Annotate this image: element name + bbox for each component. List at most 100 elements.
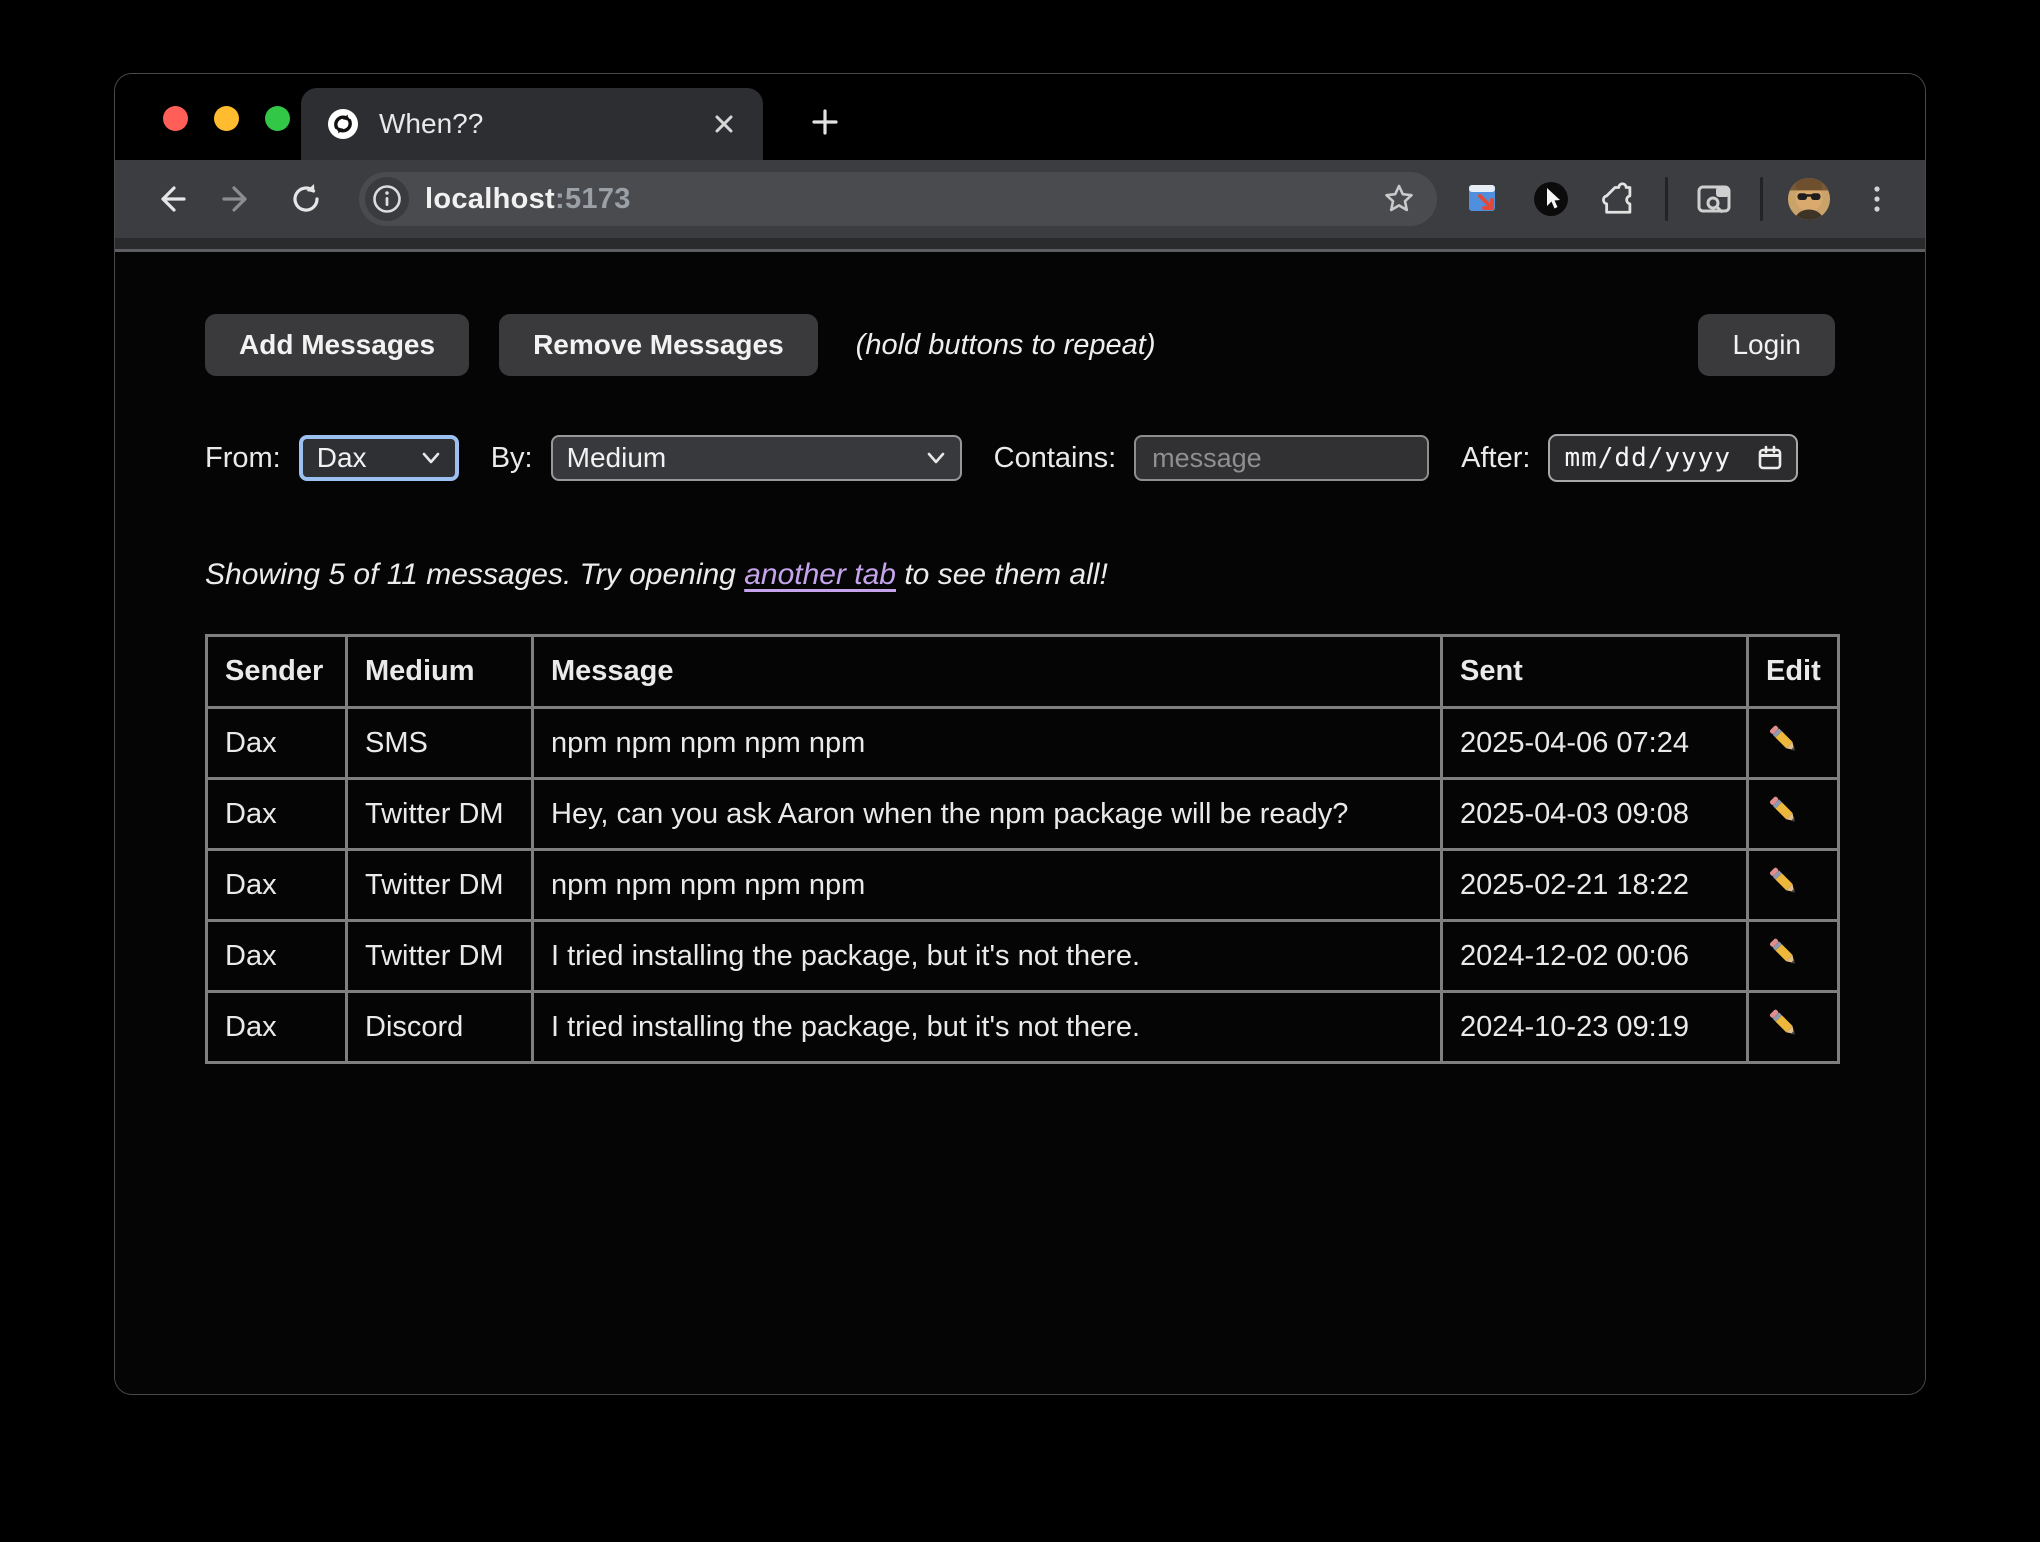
browser-menu-button[interactable] bbox=[1855, 177, 1899, 221]
from-select[interactable]: Dax bbox=[299, 435, 459, 481]
extensions-menu-button[interactable] bbox=[1597, 177, 1641, 221]
close-tab-icon[interactable] bbox=[711, 111, 737, 137]
reload-button[interactable] bbox=[277, 170, 335, 228]
cell-sent: 2024-12-02 00:06 bbox=[1442, 921, 1748, 992]
filters-row: From: Dax By: Medium bbox=[205, 434, 1835, 482]
pencil-icon bbox=[1766, 721, 1802, 765]
toolbar-right-icons bbox=[1461, 177, 1899, 221]
edit-message-button[interactable] bbox=[1748, 708, 1839, 779]
chevron-down-icon bbox=[926, 451, 946, 465]
header-edit: Edit bbox=[1748, 636, 1839, 708]
sync-icon bbox=[327, 108, 359, 140]
table-row: Dax Discord I tried installing the packa… bbox=[207, 992, 1839, 1063]
new-tab-button[interactable] bbox=[805, 102, 845, 142]
close-window-button[interactable] bbox=[163, 106, 188, 131]
minimize-window-button[interactable] bbox=[214, 106, 239, 131]
by-select[interactable]: Medium bbox=[551, 435, 962, 481]
cell-sent: 2024-10-23 09:19 bbox=[1442, 992, 1748, 1063]
cell-sender: Dax bbox=[207, 779, 347, 850]
table-row: Dax Twitter DM npm npm npm npm npm 2025-… bbox=[207, 850, 1839, 921]
status-prefix: Showing 5 of 11 messages. Try opening bbox=[205, 558, 744, 591]
status-suffix: to see them all! bbox=[896, 558, 1108, 591]
contains-filter-group: Contains: bbox=[994, 435, 1430, 481]
browser-window: When?? bbox=[114, 73, 1926, 1395]
site-info-button[interactable] bbox=[365, 177, 409, 221]
address-bar[interactable]: localhost:5173 bbox=[359, 172, 1437, 226]
forward-arrow-icon bbox=[220, 181, 256, 217]
pencil-icon bbox=[1766, 863, 1802, 907]
avatar bbox=[1787, 176, 1831, 222]
back-arrow-icon bbox=[152, 181, 188, 217]
back-button[interactable] bbox=[141, 170, 199, 228]
forward-button[interactable] bbox=[209, 170, 267, 228]
cell-sender: Dax bbox=[207, 921, 347, 992]
traffic-lights bbox=[163, 106, 290, 131]
cell-message: npm npm npm npm npm bbox=[533, 850, 1442, 921]
cell-message: Hey, can you ask Aaron when the npm pack… bbox=[533, 779, 1442, 850]
cell-message: I tried installing the package, but it's… bbox=[533, 921, 1442, 992]
cursor-extension-button[interactable] bbox=[1529, 177, 1573, 221]
actions-row: Add Messages Remove Messages (hold butto… bbox=[205, 314, 1835, 376]
zoom-window-button[interactable] bbox=[265, 106, 290, 131]
table-row: Dax Twitter DM I tried installing the pa… bbox=[207, 921, 1839, 992]
tab-strip: When?? bbox=[115, 74, 1925, 160]
cell-sent: 2025-04-03 09:08 bbox=[1442, 779, 1748, 850]
puzzle-extensions-icon bbox=[1600, 180, 1638, 218]
hold-buttons-hint: (hold buttons to repeat) bbox=[856, 329, 1156, 362]
status-line: Showing 5 of 11 messages. Try opening an… bbox=[205, 558, 1835, 592]
edit-message-button[interactable] bbox=[1748, 992, 1839, 1063]
cell-sent: 2025-02-21 18:22 bbox=[1442, 850, 1748, 921]
url-host: localhost bbox=[425, 183, 555, 215]
cell-medium: Twitter DM bbox=[347, 779, 533, 850]
another-tab-link[interactable]: another tab bbox=[744, 558, 896, 591]
plus-icon bbox=[809, 106, 841, 138]
cell-sender: Dax bbox=[207, 850, 347, 921]
by-select-value: Medium bbox=[567, 442, 916, 474]
toolbar-bottom-edge bbox=[115, 238, 1925, 252]
kebab-menu-icon bbox=[1860, 182, 1894, 216]
pencil-icon bbox=[1766, 792, 1802, 836]
browser-tab[interactable]: When?? bbox=[301, 88, 763, 160]
contains-label: Contains: bbox=[994, 442, 1117, 475]
from-select-value: Dax bbox=[317, 442, 411, 474]
messages-tbody: Dax SMS npm npm npm npm npm 2025-04-06 0… bbox=[207, 708, 1839, 1063]
chevron-down-icon bbox=[421, 451, 441, 465]
url-port: :5173 bbox=[555, 183, 631, 215]
pencil-icon bbox=[1766, 1005, 1802, 1049]
after-date-input[interactable]: mm/dd/yyyy bbox=[1548, 434, 1798, 482]
login-button[interactable]: Login bbox=[1698, 314, 1835, 376]
side-panel-search-button[interactable] bbox=[1692, 177, 1736, 221]
header-sender: Sender bbox=[207, 636, 347, 708]
cell-medium: Discord bbox=[347, 992, 533, 1063]
header-sent: Sent bbox=[1442, 636, 1748, 708]
table-row: Dax SMS npm npm npm npm npm 2025-04-06 0… bbox=[207, 708, 1839, 779]
edit-message-button[interactable] bbox=[1748, 850, 1839, 921]
cell-message: I tried installing the package, but it's… bbox=[533, 992, 1442, 1063]
header-medium: Medium bbox=[347, 636, 533, 708]
profile-avatar[interactable] bbox=[1787, 177, 1831, 221]
bookmark-star-button[interactable] bbox=[1377, 177, 1421, 221]
toolbar-separator bbox=[1665, 177, 1668, 221]
edit-message-button[interactable] bbox=[1748, 921, 1839, 992]
by-label: By: bbox=[491, 442, 533, 475]
page-content: Add Messages Remove Messages (hold butto… bbox=[115, 252, 1925, 1394]
cell-sender: Dax bbox=[207, 708, 347, 779]
browser-toolbar: localhost:5173 bbox=[115, 160, 1925, 238]
cell-medium: Twitter DM bbox=[347, 921, 533, 992]
reload-icon bbox=[288, 181, 324, 217]
by-filter-group: By: Medium bbox=[491, 435, 962, 481]
window-extension-button[interactable] bbox=[1461, 177, 1505, 221]
remove-messages-button[interactable]: Remove Messages bbox=[499, 314, 818, 376]
url-text: localhost:5173 bbox=[425, 183, 1361, 216]
cell-message: npm npm npm npm npm bbox=[533, 708, 1442, 779]
window-extension-icon bbox=[1464, 180, 1502, 218]
contains-input[interactable] bbox=[1134, 435, 1429, 481]
bookmark-star-icon bbox=[1381, 181, 1417, 217]
desktop-background: When?? bbox=[0, 0, 2040, 1542]
cursor-extension-icon bbox=[1531, 179, 1571, 219]
table-row: Dax Twitter DM Hey, can you ask Aaron wh… bbox=[207, 779, 1839, 850]
info-icon bbox=[372, 184, 402, 214]
add-messages-button[interactable]: Add Messages bbox=[205, 314, 469, 376]
edit-message-button[interactable] bbox=[1748, 779, 1839, 850]
calendar-icon[interactable] bbox=[1756, 444, 1784, 472]
